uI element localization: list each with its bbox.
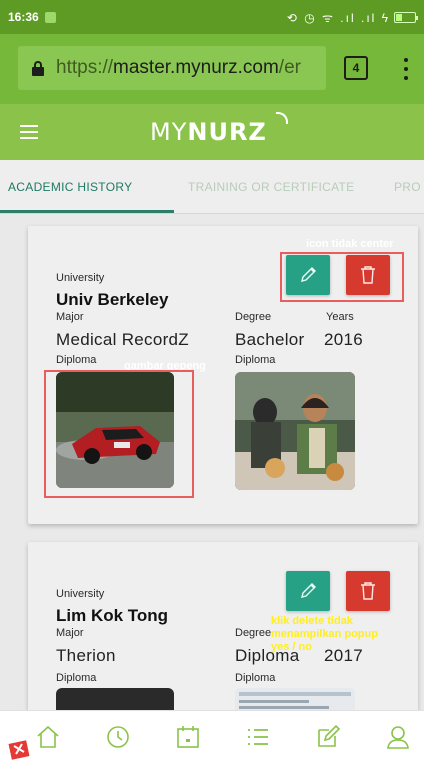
notification-icon: [44, 11, 56, 23]
diploma-photo-people[interactable]: [235, 372, 355, 490]
battery-icon: [394, 11, 418, 23]
annotation-delete-line-1: klik delete tidak: [271, 615, 353, 627]
status-bar: 16:36 ⟲ ◷ ᯤ .ıl .ıl ϟ: [0, 0, 424, 34]
url-host: master.mynurz.com: [113, 57, 279, 78]
university-label: University: [56, 272, 105, 284]
university-name: Univ Berkeley: [56, 290, 169, 309]
lock-icon: [32, 60, 44, 76]
app-header: MYNURZ: [0, 104, 424, 160]
delete-button[interactable]: [346, 571, 390, 611]
academic-card: University Lim Kok Tong Major Therion De…: [28, 542, 418, 710]
university-label: University: [56, 588, 105, 600]
university-name: Lim Kok Tong: [56, 606, 169, 625]
degree-label: Degree: [235, 311, 272, 323]
academic-card: University Univ Berkeley icon tidak cent…: [28, 226, 418, 524]
annotation-icon-not-center: icon tidak center: [306, 238, 394, 250]
major-value: Therion: [56, 646, 116, 665]
diploma-photo[interactable]: [235, 688, 355, 710]
home-icon: [37, 725, 59, 748]
profile-tabs: ACADEMIC HISTORY TRAINING OR CERTIFICATE…: [0, 160, 424, 214]
pencil-icon: [301, 583, 316, 598]
years-value: 2017: [324, 646, 364, 665]
diploma-photo-car[interactable]: [56, 372, 174, 488]
diploma-label: Diploma: [56, 672, 97, 684]
annotation-delete-line-2: menampilkan popup: [271, 628, 378, 640]
degree-value: Bachelor: [235, 330, 305, 349]
nav-history[interactable]: [104, 723, 132, 751]
url-scheme: https://: [56, 57, 114, 78]
trash-icon: [361, 266, 375, 284]
car-drift-image: [56, 372, 174, 488]
brand-bold: NURZ: [187, 118, 267, 146]
user-icon: [387, 726, 409, 749]
clock-icon: [107, 726, 129, 748]
url-path: /er: [278, 57, 301, 78]
edit-button[interactable]: [286, 571, 330, 611]
major-label: Major: [56, 627, 84, 639]
nav-list[interactable]: [244, 723, 272, 751]
brand-light: MY: [150, 118, 188, 146]
years-label: Years: [326, 311, 354, 323]
major-value: Medical RecordZ: [56, 330, 189, 349]
diploma-label-2: Diploma: [235, 354, 276, 366]
major-label: Major: [56, 311, 84, 323]
pencil-icon: [301, 267, 316, 282]
nav-calendar[interactable]: [174, 723, 202, 751]
diploma-label-2: Diploma: [235, 672, 276, 684]
browser-menu-icon[interactable]: [402, 58, 410, 80]
trash-icon: [361, 582, 375, 600]
diploma-label: Diploma: [56, 354, 97, 366]
nav-edit[interactable]: [314, 723, 342, 751]
url-field[interactable]: https://master.mynurz.com/er: [18, 46, 326, 90]
tab-training-certificate[interactable]: TRAINING OR CERTIFICATE: [188, 180, 354, 194]
annotation-delete-line-3: yes / no: [271, 641, 312, 653]
people-cooking-image: [235, 372, 355, 490]
delete-button[interactable]: [346, 255, 390, 295]
calendar-icon: [177, 726, 199, 748]
nav-home[interactable]: [34, 723, 62, 751]
years-value: 2016: [324, 330, 364, 349]
brand-logo: MYNURZ: [150, 118, 267, 146]
tab-profile[interactable]: PRO: [394, 180, 421, 194]
edit-icon: [318, 724, 341, 747]
status-time: 16:36: [8, 10, 39, 24]
tab-switcher-button[interactable]: 4: [344, 56, 368, 80]
diploma-photo[interactable]: [56, 688, 174, 710]
system-status-icons: ⟲ ◷ ᯤ .ıl .ıl ϟ: [286, 9, 418, 26]
list-icon: [248, 729, 268, 745]
nav-profile[interactable]: [384, 723, 412, 751]
hamburger-menu-icon[interactable]: [20, 125, 38, 139]
edit-button[interactable]: [286, 255, 330, 295]
bottom-navigation: [0, 710, 424, 762]
browser-toolbar: https://master.mynurz.com/er 4: [0, 34, 424, 104]
degree-label: Degree: [235, 627, 272, 639]
active-tab-indicator: [0, 210, 174, 213]
academic-history-list[interactable]: University Univ Berkeley icon tidak cent…: [0, 214, 424, 710]
brand-swoosh-icon: [276, 112, 288, 124]
document-screenshot-image: [235, 688, 355, 710]
system-icons-text: ⟲ ◷ ᯤ .ıl .ıl ϟ: [286, 10, 390, 25]
screen-recorder-icon: [8, 740, 30, 760]
tab-academic-history[interactable]: ACADEMIC HISTORY: [8, 180, 132, 194]
